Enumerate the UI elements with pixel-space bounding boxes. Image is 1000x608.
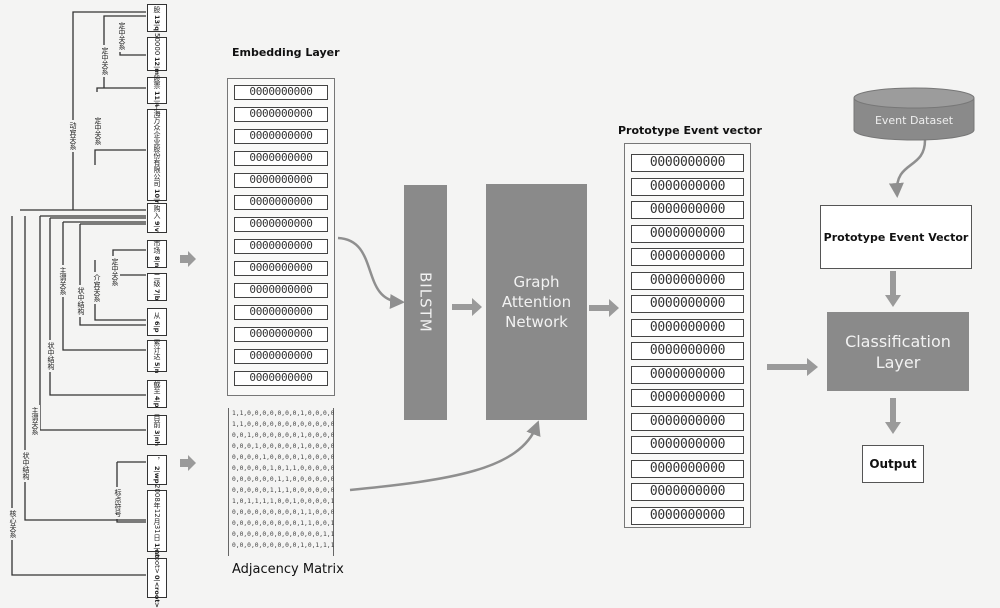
- prototype-vector-row: 0000000000: [631, 506, 744, 525]
- embedding-vector-row: 0000000000: [234, 239, 328, 254]
- output-box: Output: [862, 445, 924, 483]
- prototype-vector-row: 0000000000: [631, 271, 744, 290]
- arrow-classification-to-output: [885, 398, 901, 434]
- arrow-tree-to-embedding: [180, 251, 196, 267]
- embedding-vector-row: 0000000000: [234, 305, 328, 320]
- embedding-vector-row: 0000000000: [234, 327, 328, 342]
- gat-block: Graph Attention Network: [486, 184, 587, 420]
- curve-embedding-to-bilstm: [337, 236, 405, 309]
- bilstm-block: BILSTM: [404, 185, 447, 420]
- prototype-event-vector-label: Prototype Event Vector: [823, 230, 969, 244]
- matrix-row: 1,0,1,1,1,1,0,0,1,0,0,0,0,1: [232, 498, 335, 505]
- adjacency-matrix: 1,1,0,0,0,0,0,0,0,1,0,0,0,0 1,1,0,0,0,0,0…: [228, 408, 334, 556]
- prototype-vector-title: Prototype Event vector: [618, 124, 762, 137]
- curve-dataset-to-prototype: [888, 139, 927, 198]
- matrix-row: 0,0,0,0,0,0,0,0,0,1,1,0,0,0: [232, 509, 335, 516]
- matrix-row: 0,0,0,0,1,0,0,0,0,1,0,0,0,0: [232, 454, 335, 461]
- matrix-row: 0,0,1,0,0,0,0,0,0,1,0,0,0,0: [232, 432, 335, 439]
- prototype-vector-row: 0000000000: [631, 389, 744, 407]
- prototype-vector-row: 0000000000: [631, 295, 744, 313]
- embedding-vector-row: 0000000000: [234, 371, 328, 386]
- embedding-vector-row: 0000000000: [234, 129, 328, 144]
- matrix-row: 0,0,0,0,0,0,0,0,0,0,0,0,1,1: [232, 531, 335, 538]
- event-dataset-label: Event Dataset: [874, 114, 954, 127]
- gat-label: Graph Attention Network: [501, 273, 572, 331]
- prototype-vector-row: 0000000000: [631, 177, 744, 196]
- embedding-layer-title: Embedding Layer: [232, 46, 340, 59]
- arrow-bilstm-to-gat: [452, 298, 482, 316]
- matrix-row: 0,0,0,0,0,0,1,1,0,0,0,0,0,0: [232, 476, 335, 483]
- prototype-vector-row: 0000000000: [631, 459, 744, 478]
- prototype-event-vector-box: Prototype Event Vector: [820, 205, 972, 269]
- embedding-vector-row: 0000000000: [234, 217, 328, 232]
- embedding-vector-row: 0000000000: [234, 195, 328, 210]
- embedding-layer: 0000000000 0000000000 0000000000 0000000000…: [227, 78, 335, 396]
- bilstm-label: BILSTM: [416, 272, 435, 333]
- embedding-vector-row: 0000000000: [234, 261, 328, 276]
- prototype-vector-row: 0000000000: [631, 224, 744, 243]
- prototype-vector-row: 0000000000: [631, 412, 744, 431]
- arrow-tree-to-matrix: [180, 455, 196, 471]
- adjacency-matrix-title: Adjacency Matrix: [232, 562, 344, 577]
- arrow-proto-box-to-classification: [885, 271, 901, 307]
- matrix-row: 0,0,0,0,0,0,0,0,0,1,1,0,0,1: [232, 520, 335, 527]
- classification-layer-block: Classification Layer: [827, 312, 969, 391]
- matrix-row: 0,0,0,1,0,0,0,0,0,1,0,0,0,0: [232, 443, 335, 450]
- embedding-vector-row: 0000000000: [234, 85, 328, 100]
- prototype-vector-row: 0000000000: [631, 342, 744, 360]
- matrix-row: 0,0,0,0,0,1,1,1,0,0,0,0,0,0: [232, 487, 335, 494]
- matrix-row: 1,1,0,0,0,0,0,0,0,0,0,0,0,0: [232, 421, 335, 428]
- prototype-vector-row: 0000000000: [631, 483, 744, 501]
- matrix-row: 0,0,0,0,0,1,0,1,1,0,0,0,0,0: [232, 465, 335, 472]
- matrix-row: 0,0,0,0,0,0,0,0,0,1,0,1,1,1: [232, 542, 335, 549]
- embedding-vector-row: 0000000000: [234, 349, 328, 364]
- embedding-vector-row: 0000000000: [234, 173, 328, 188]
- output-label: Output: [869, 457, 917, 471]
- matrix-row: 1,1,0,0,0,0,0,0,0,1,0,0,0,0: [232, 410, 335, 417]
- embedding-vector-row: 0000000000: [234, 151, 328, 166]
- embedding-vector-row: 0000000000: [234, 283, 328, 298]
- classification-layer-label: Classification Layer: [845, 331, 951, 372]
- embedding-vector-row: 0000000000: [234, 107, 328, 122]
- prototype-vector-row: 0000000000: [631, 365, 744, 384]
- prototype-vector-row: 0000000000: [631, 154, 744, 172]
- prototype-vector-row: 0000000000: [631, 318, 744, 337]
- arrow-gat-to-prototype: [589, 299, 619, 317]
- curve-matrix-to-gat: [349, 420, 541, 492]
- prototype-vector-row: 0000000000: [631, 248, 744, 266]
- prototype-vector-row: 0000000000: [631, 201, 744, 219]
- arrow-prototype-to-classification: [767, 358, 818, 376]
- prototype-vector-stack: 0000000000 0000000000 0000000000 0000000000…: [624, 143, 751, 528]
- prototype-vector-row: 0000000000: [631, 436, 744, 454]
